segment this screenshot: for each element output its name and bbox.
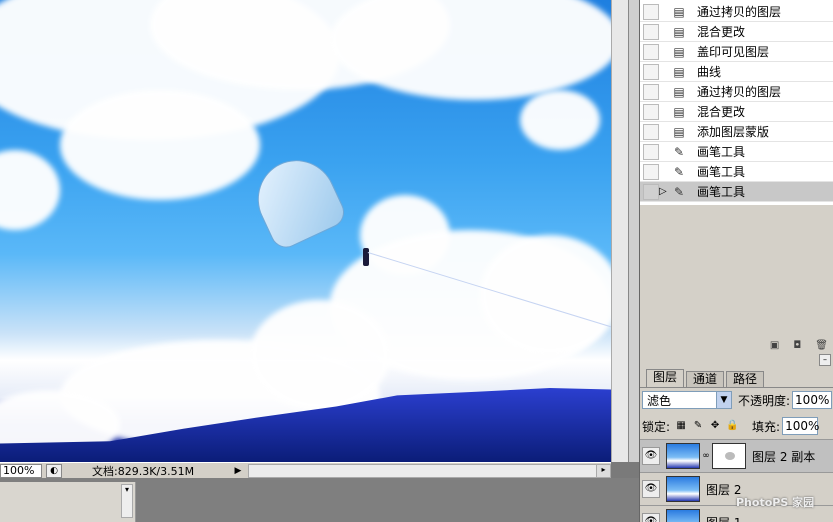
document-icon: ▤ [673,124,685,139]
history-snapshot-checkbox[interactable] [643,103,659,120]
history-item-current[interactable]: ▷ ✎ 画笔工具 [640,182,833,202]
blend-mode-select[interactable]: 滤色 ▼ [642,391,732,409]
history-item[interactable]: ▤ 曲线 [640,62,833,82]
parachute [244,147,350,253]
layer-thumbnail [666,443,700,469]
blend-row: 滤色 ▼ 不透明度: 100% [642,390,833,410]
history-item-label: 混合更改 [697,105,746,119]
new-document-from-state-icon[interactable]: ▣ [770,340,779,351]
document-icon: ▤ [673,84,685,99]
history-item[interactable]: ✎ 画笔工具 [640,162,833,182]
history-snapshot-checkbox[interactable] [643,23,659,40]
history-item[interactable]: ▤ 添加图层蒙版 [640,122,833,142]
scroll-right-icon[interactable]: ▸ [596,464,610,477]
history-snapshot-checkbox[interactable] [643,83,659,100]
layer-name: 图层 1 [706,514,741,522]
brush-icon: ✎ [673,164,685,179]
history-item-label: 画笔工具 [697,145,746,159]
history-item[interactable]: ▤ 混合更改 [640,22,833,42]
zoom-field[interactable]: 100% [0,463,42,478]
history-snapshot-checkbox[interactable] [643,43,659,60]
history-item-label: 混合更改 [697,25,746,39]
layer-thumbnail [666,509,700,522]
document-icon: ▤ [673,44,685,59]
eye-icon[interactable]: 👁 [642,447,660,465]
document-icon: ▤ [673,64,685,79]
history-item[interactable]: ▤ 通过拷贝的图层 [640,2,833,22]
tab-channels[interactable]: 通道 [686,371,725,387]
lock-pixels-icon[interactable]: ✎ [692,420,704,432]
history-panel: ▤ 通过拷贝的图层 ▤ 混合更改 ▤ 盖印可见图层 ▤ 曲线 ▤ 通过拷贝的图层… [640,0,833,205]
layer-row[interactable]: 👁 ∞ 图层 2 副本 [640,439,833,472]
history-item-label: 盖印可见图层 [697,45,770,59]
layers-panel-tabs: 图层 通道 路径 [640,369,833,388]
document-icon: ▤ [673,4,685,19]
opacity-label: 不透明度: [738,393,791,408]
brush-icon: ✎ [673,144,685,159]
document-info: 文档:829.3K/3.51M [92,464,195,478]
history-snapshot-checkbox[interactable] [643,143,659,160]
status-bar: 100% ◐ 文档:829.3K/3.51M ▶ ▸ [0,462,611,478]
watermark: PhotoPS 家园 [736,496,815,509]
canvas-vertical-scrollbar[interactable] [611,0,628,462]
canvas-horizontal-scrollbar[interactable]: ▸ [248,463,611,478]
lock-transparency-icon[interactable]: ▦ [675,420,687,432]
new-snapshot-icon[interactable]: ◘ [793,340,801,351]
history-item[interactable]: ▤ 通过拷贝的图层 [640,82,833,102]
status-arrow-icon[interactable]: ▶ [232,464,244,478]
layer-name: 图层 2 副本 [752,449,816,464]
lock-position-icon[interactable]: ✥ [709,420,721,432]
history-item-label: 通过拷贝的图层 [697,5,782,19]
eye-icon[interactable]: 👁 [642,513,660,522]
tab-layers[interactable]: 图层 [646,369,685,387]
history-snapshot-checkbox[interactable]: ▷ [643,183,667,200]
history-snapshot-checkbox[interactable] [643,163,659,180]
history-snapshot-checkbox[interactable] [643,63,659,80]
lock-all-icon[interactable]: 🔒 [726,420,738,432]
blend-mode-value: 滤色 [647,393,672,408]
history-item[interactable]: ▤ 混合更改 [640,102,833,122]
eye-icon[interactable]: 👁 [642,480,660,498]
lock-label: 锁定: [642,419,671,434]
history-item[interactable]: ▤ 盖印可见图层 [640,42,833,62]
document-icon: ▤ [673,104,685,119]
status-menu-icon[interactable]: ◐ [46,463,62,478]
fill-field[interactable]: 100% [782,417,819,435]
link-icon[interactable]: ∞ [702,451,710,461]
delete-state-icon[interactable]: 🗑 [815,340,828,351]
history-item-label: 通过拷贝的图层 [697,85,782,99]
history-state-pointer-icon: ▷ [659,185,667,197]
history-item[interactable]: ✎ 画笔工具 [640,142,833,162]
layer-mask-thumbnail[interactable] [712,443,746,469]
secondary-panel: ▾ [0,482,136,522]
brush-icon: ✎ [673,184,685,199]
layer-thumbnail [666,476,700,502]
right-panels: ▤ 通过拷贝的图层 ▤ 混合更改 ▤ 盖印可见图层 ▤ 曲线 ▤ 通过拷贝的图层… [639,0,833,522]
chevron-down-icon[interactable]: ▼ [716,392,731,408]
image-canvas[interactable] [0,0,611,462]
parachutist [363,248,369,266]
history-item-label: 画笔工具 [697,185,746,199]
history-snapshot-checkbox[interactable] [643,3,659,20]
history-toolbar: ▣ ◘ 🗑 [770,340,828,351]
history-item-label: 画笔工具 [697,165,746,179]
history-item-label: 添加图层蒙版 [697,125,770,139]
document-icon: ▤ [673,24,685,39]
fill-label: 填充: [752,419,781,434]
history-item-label: 曲线 [697,65,722,79]
opacity-field[interactable]: 100% [792,391,833,409]
secondary-scrollbar[interactable]: ▾ [121,484,133,518]
history-snapshot-checkbox[interactable] [643,123,659,140]
tab-paths[interactable]: 路径 [726,371,765,387]
panel-collapse-icon[interactable]: – [819,354,831,366]
history-panel-footer: ▣ ◘ 🗑 [640,205,833,353]
photoshop-window: 100% ◐ 文档:829.3K/3.51M ▶ ▸ ▾ ▤ 通过拷贝的图层 ▤… [0,0,833,522]
canvas-frame [628,0,639,462]
lock-row: 锁定: ▦ ✎ ✥ 🔒 填充: 100% [642,416,833,436]
